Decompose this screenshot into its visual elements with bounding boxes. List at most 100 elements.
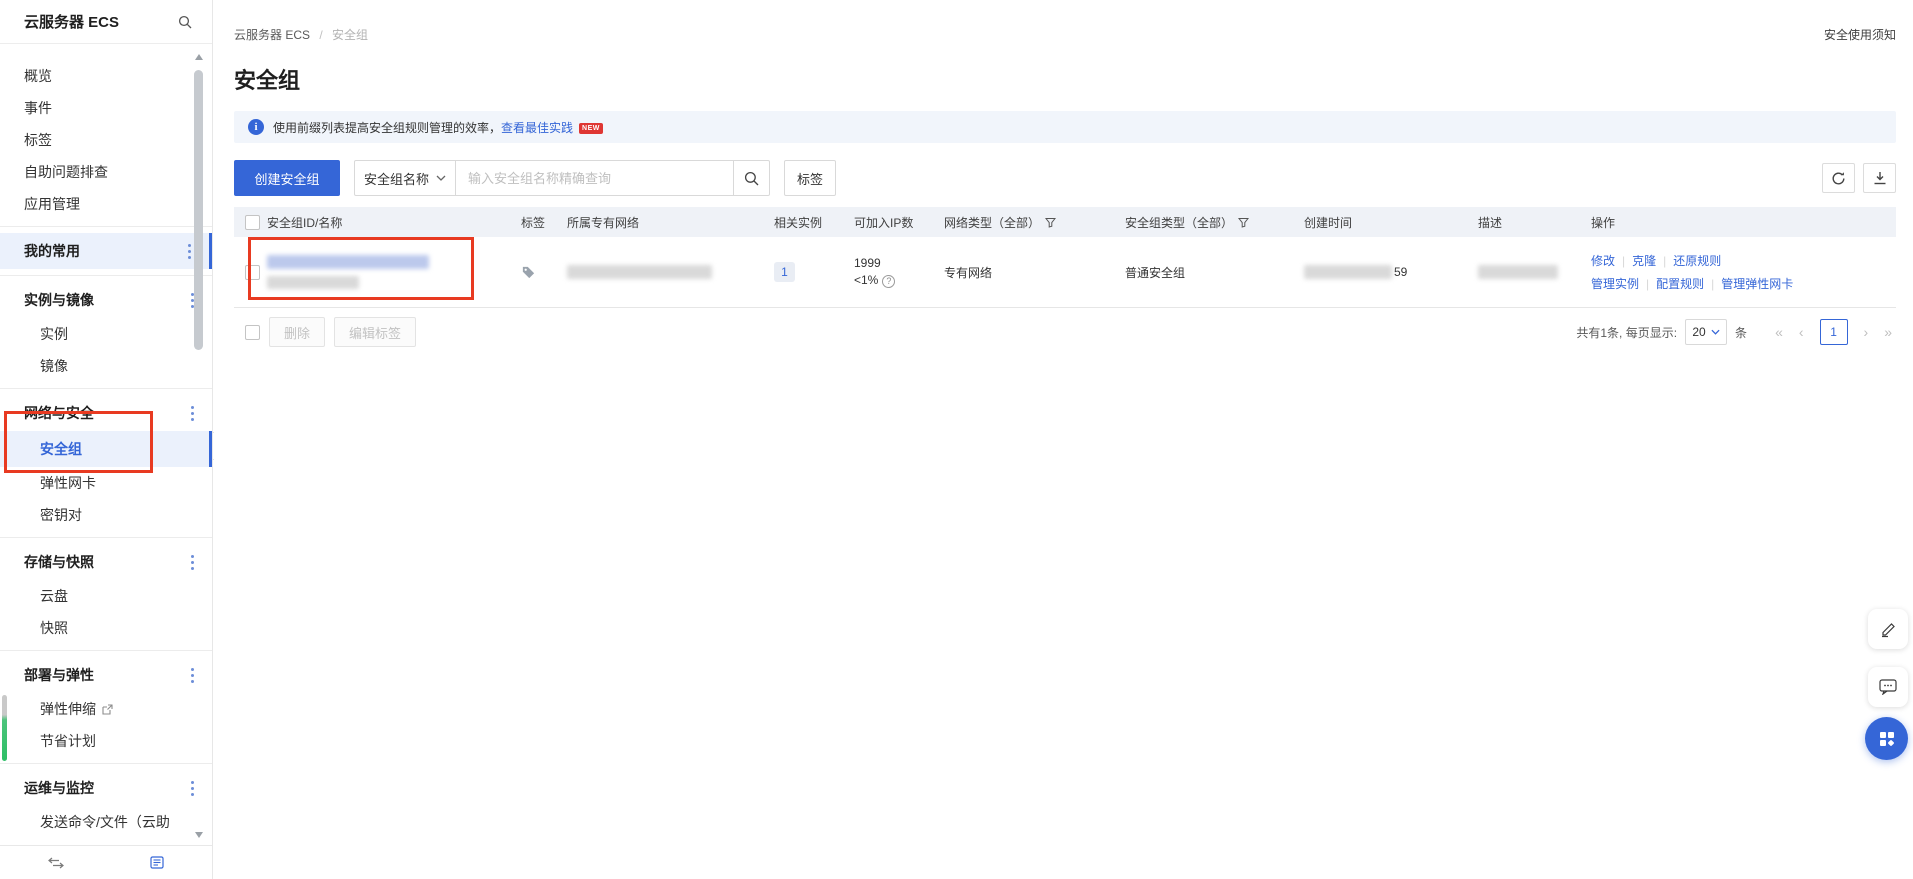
help-icon[interactable]: ? bbox=[882, 275, 895, 288]
first-page-button[interactable]: « bbox=[1771, 324, 1787, 340]
sidebar-item-app-management[interactable]: 应用管理 bbox=[0, 188, 212, 220]
breadcrumb-root[interactable]: 云服务器 ECS bbox=[234, 28, 310, 42]
vpc-cell bbox=[567, 265, 774, 279]
refresh-icon bbox=[1831, 171, 1846, 186]
banner-text: 使用前缀列表提高安全组规则管理的效率，查看最佳实践NEW bbox=[273, 119, 603, 136]
action-manage-instances[interactable]: 管理实例 bbox=[1591, 277, 1639, 291]
sidebar-item-send-command[interactable]: 发送命令/文件（云助 bbox=[0, 806, 212, 838]
action-clone[interactable]: 克隆 bbox=[1632, 254, 1656, 268]
scroll-down-icon[interactable] bbox=[195, 832, 203, 838]
sidebar-item-disks[interactable]: 云盘 bbox=[0, 580, 212, 612]
action-manage-enis[interactable]: 管理弹性网卡 bbox=[1721, 277, 1793, 291]
chevron-down-icon bbox=[436, 175, 446, 181]
filter-field-dropdown[interactable]: 安全组名称 bbox=[354, 160, 456, 196]
action-configure-rules[interactable]: 配置规则 bbox=[1656, 277, 1704, 291]
sidebar-item-enis[interactable]: 弹性网卡 bbox=[0, 467, 212, 499]
sidebar-item-auto-scaling[interactable]: 弹性伸缩 bbox=[0, 693, 212, 725]
col-label: 安全组类型（全部） bbox=[1125, 214, 1233, 231]
sidebar-divider bbox=[0, 226, 212, 227]
sidebar-divider bbox=[0, 388, 212, 389]
col-ip-quota: 可加入IP数 bbox=[854, 214, 944, 231]
sidebar-item-security-groups[interactable]: 安全组 bbox=[0, 431, 212, 467]
download-icon bbox=[1873, 171, 1887, 185]
edit-tags-button[interactable]: 编辑标签 bbox=[334, 317, 416, 347]
download-button[interactable] bbox=[1863, 163, 1896, 193]
tags-cell bbox=[521, 265, 567, 280]
info-icon: i bbox=[248, 119, 264, 135]
external-link-icon bbox=[102, 704, 113, 715]
select-all-checkbox[interactable] bbox=[245, 215, 260, 230]
sidebar-group-label: 部署与弹性 bbox=[24, 657, 94, 693]
apps-grid-icon bbox=[1878, 730, 1896, 748]
topbar: 云服务器 ECS / 安全组 安全使用须知 bbox=[234, 26, 1896, 43]
sidebar-item-images[interactable]: 镜像 bbox=[0, 350, 212, 382]
sidebar-item-self-troubleshoot[interactable]: 自助问题排查 bbox=[0, 156, 212, 188]
best-practice-link[interactable]: 查看最佳实践 bbox=[501, 121, 573, 135]
sidebar-item-snapshots[interactable]: 快照 bbox=[0, 612, 212, 644]
support-chat-button[interactable] bbox=[1868, 667, 1908, 707]
sidebar-group-favorites[interactable]: 我的常用 bbox=[0, 233, 212, 269]
refresh-button[interactable] bbox=[1822, 163, 1855, 193]
edge-indicator-bar bbox=[2, 695, 7, 761]
current-page-button[interactable]: 1 bbox=[1820, 319, 1848, 345]
filter-funnel-icon[interactable] bbox=[1045, 217, 1056, 228]
col-label: 网络类型（全部） bbox=[944, 214, 1040, 231]
sidebar-group-deploy-elasticity[interactable]: 部署与弹性 bbox=[0, 657, 212, 693]
vpc-link-redacted[interactable] bbox=[567, 265, 712, 279]
search-button[interactable] bbox=[733, 160, 770, 196]
prev-page-button[interactable]: ‹ bbox=[1795, 324, 1808, 340]
delete-button[interactable]: 删除 bbox=[269, 317, 325, 347]
scroll-up-icon[interactable] bbox=[195, 54, 203, 60]
breadcrumb-separator: / bbox=[319, 28, 322, 42]
sg-id-link-redacted[interactable] bbox=[267, 255, 429, 269]
next-page-button[interactable]: › bbox=[1860, 324, 1873, 340]
footer-select-all-checkbox[interactable] bbox=[245, 325, 260, 340]
docs-panel-icon[interactable] bbox=[150, 856, 164, 869]
sidebar-divider bbox=[0, 275, 212, 276]
row-checkbox[interactable] bbox=[245, 265, 260, 280]
total-text: 共有1条, 每页显示: bbox=[1576, 324, 1677, 341]
toolbar: 创建安全组 安全组名称 标签 bbox=[234, 160, 1896, 196]
action-restore-rules[interactable]: 还原规则 bbox=[1673, 254, 1721, 268]
sidebar-group-instances-images[interactable]: 实例与镜像 bbox=[0, 282, 212, 318]
actions-cell: 修改|克隆|还原规则 管理实例|配置规则|管理弹性网卡 bbox=[1591, 252, 1896, 292]
sidebar-scrollbar[interactable] bbox=[194, 48, 204, 840]
sidebar-group-ops-monitoring[interactable]: 运维与监控 bbox=[0, 770, 212, 806]
sidebar-item-label: 弹性伸缩 bbox=[40, 693, 96, 725]
list-footer: 删除 编辑标签 共有1条, 每页显示: 20 条 « ‹ 1 › » bbox=[234, 308, 1896, 356]
tag-icon[interactable] bbox=[521, 265, 536, 280]
action-divider: | bbox=[1711, 277, 1714, 291]
sidebar-item-events[interactable]: 事件 bbox=[0, 92, 212, 124]
more-dots-icon[interactable] bbox=[187, 244, 191, 259]
feedback-edit-button[interactable] bbox=[1868, 609, 1908, 649]
filter-funnel-icon[interactable] bbox=[1238, 217, 1249, 228]
col-sg-type[interactable]: 安全组类型（全部） bbox=[1125, 214, 1304, 231]
sidebar-item-key-pairs[interactable]: 密钥对 bbox=[0, 499, 212, 531]
chat-icon bbox=[1879, 679, 1897, 695]
swap-nav-icon[interactable] bbox=[48, 857, 64, 869]
search-input[interactable] bbox=[456, 160, 734, 196]
col-network-type[interactable]: 网络类型（全部） bbox=[944, 214, 1125, 231]
widgets-button[interactable] bbox=[1865, 717, 1908, 760]
col-vpc: 所属专有网络 bbox=[567, 214, 774, 231]
sidebar-header: 云服务器 ECS bbox=[0, 0, 212, 44]
create-security-group-button[interactable]: 创建安全组 bbox=[234, 160, 340, 196]
action-modify[interactable]: 修改 bbox=[1591, 254, 1615, 268]
security-notice-link[interactable]: 安全使用须知 bbox=[1824, 26, 1896, 43]
tag-filter-button[interactable]: 标签 bbox=[784, 160, 836, 196]
col-sg-id-name[interactable]: 安全组ID/名称 bbox=[267, 214, 521, 231]
description-cell bbox=[1478, 265, 1591, 279]
instance-count-badge[interactable]: 1 bbox=[774, 262, 795, 282]
sidebar-item-savings-plans[interactable]: 节省计划 bbox=[0, 725, 212, 757]
ip-quota-percent-line: <1%? bbox=[854, 273, 944, 288]
sidebar-item-tags[interactable]: 标签 bbox=[0, 124, 212, 156]
sidebar-item-overview[interactable]: 概览 bbox=[0, 60, 212, 92]
last-page-button[interactable]: » bbox=[1880, 324, 1896, 340]
search-group: 安全组名称 bbox=[354, 160, 770, 196]
page-size-select[interactable]: 20 bbox=[1685, 319, 1727, 345]
scrollbar-thumb[interactable] bbox=[194, 70, 203, 350]
sidebar-search-icon[interactable] bbox=[178, 15, 192, 29]
sidebar-item-instances[interactable]: 实例 bbox=[0, 318, 212, 350]
sidebar-group-network-security[interactable]: 网络与安全 bbox=[0, 395, 212, 431]
sidebar-group-storage-snapshots[interactable]: 存储与快照 bbox=[0, 544, 212, 580]
